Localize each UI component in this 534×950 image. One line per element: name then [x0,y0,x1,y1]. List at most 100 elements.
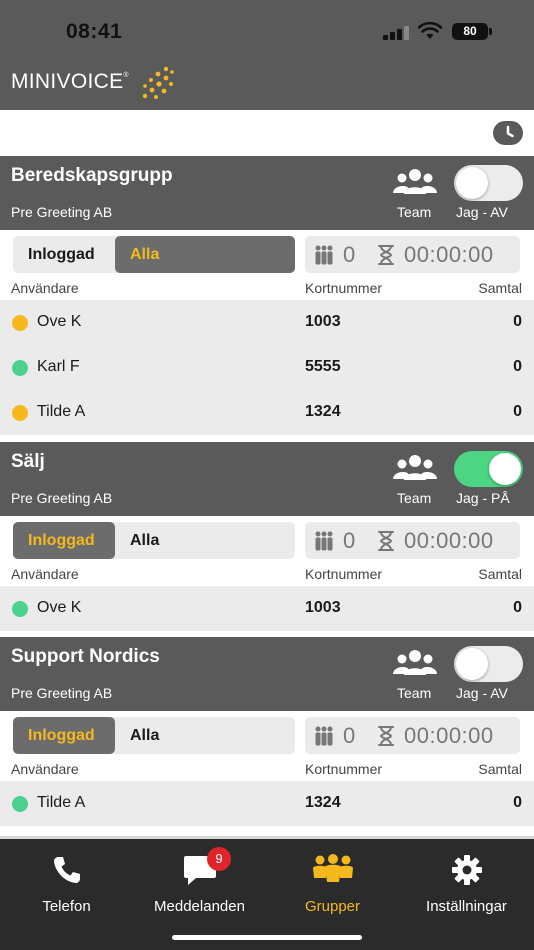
battery-icon: 80 [452,23,492,40]
team-label: Team [397,685,432,701]
tab-telefon[interactable]: Telefon [0,839,133,929]
group-card: Sälj Pre Greeting AB Team Jag - PÅ Inlog… [0,442,534,638]
user-name: Tilde A [37,403,86,420]
call-count: 0 [513,599,522,616]
column-card: Kortnummer [305,761,383,777]
toggle-knob [456,167,488,199]
filter-all-button[interactable]: Alla [115,717,295,754]
tab-label: Meddelanden [154,898,245,915]
filter-logged-in-button[interactable]: Inloggad [13,717,115,754]
user-name: Ove K [37,599,82,616]
user-row[interactable]: Tilde A 1324 0 [0,390,534,435]
queue-people-icon [315,245,333,265]
team-icon[interactable] [393,454,437,482]
status-dot [12,405,28,421]
filter-segmented-control: Inloggad Alla [13,522,295,559]
filter-row: Inloggad Alla 0 00:00:00 [0,230,534,278]
status-dot [12,796,28,812]
phone-icon [53,857,80,883]
group-company: Pre Greeting AB [11,204,113,220]
status-time: 08:41 [66,20,123,43]
team-label: Team [397,490,432,506]
toggle-label: Jag - AV [456,685,508,701]
group-icon [312,854,353,882]
group-header: Sälj Pre Greeting AB Team Jag - PÅ [0,442,534,516]
tab-grupper[interactable]: Grupper [266,839,399,929]
home-indicator[interactable] [172,935,362,940]
queue-count: 0 [343,242,356,267]
group-header: Beredskapsgrupp Pre Greeting AB Team Jag… [0,156,534,230]
status-bar: 08:41 80 [0,0,534,56]
tab-label: Inställningar [426,898,507,915]
column-user: Användare [11,280,79,296]
toggle-label: Jag - PÅ [456,490,510,506]
card-number: 1324 [305,403,341,420]
group-title: Beredskapsgrupp [11,165,173,186]
user-name: Tilde A [37,794,86,811]
call-count: 0 [513,794,522,811]
tab-installningar[interactable]: Inställningar [400,839,533,929]
filter-segmented-control: Inloggad Alla [13,717,295,754]
unread-badge: 9 [207,847,231,871]
logo-dots-icon [142,66,174,99]
wait-timer: 00:00:00 [404,723,494,748]
availability-toggle[interactable] [454,451,523,487]
group-company: Pre Greeting AB [11,685,113,701]
availability-toggle[interactable] [454,646,523,682]
group-stats: 0 00:00:00 [305,236,520,273]
team-label: Team [397,204,432,220]
wait-timer: 00:00:00 [404,242,494,267]
app-header: MINIVOICE® [0,56,534,110]
group-title: Sälj [11,451,45,472]
filter-logged-in-button[interactable]: Inloggad [13,236,115,273]
toggle-knob [456,648,488,680]
tab-label: Telefon [42,898,91,915]
call-count: 0 [513,313,522,330]
user-row[interactable]: Ove K 1003 0 [0,300,534,345]
card-number: 5555 [305,358,341,375]
filter-segmented-control: Inloggad Alla [13,236,295,273]
tab-bar: Telefon 9 Meddelanden Grupper Inställnin… [0,836,534,950]
gear-icon [451,855,482,885]
group-title: Support Nordics [11,646,160,667]
filter-row: Inloggad Alla 0 00:00:00 [0,516,534,564]
filter-logged-in-button[interactable]: Inloggad [13,522,115,559]
user-name: Ove K [37,313,82,330]
hourglass-icon [378,245,394,265]
column-user: Användare [11,566,79,582]
history-bar [0,110,534,156]
clock-icon[interactable] [493,121,523,145]
availability-toggle[interactable] [454,165,523,201]
call-count: 0 [513,403,522,420]
team-icon[interactable] [393,649,437,677]
toggle-label: Jag - AV [456,204,508,220]
wifi-icon [418,22,442,39]
user-row[interactable]: Ove K 1003 0 [0,586,534,631]
column-card: Kortnummer [305,566,383,582]
card-number: 1003 [305,313,341,330]
team-icon[interactable] [393,168,437,196]
user-row[interactable]: Tilde A 1324 0 [0,781,534,826]
column-headers: Användare Kortnummer Samtal [0,564,534,586]
toggle-knob [489,453,521,485]
tab-meddelanden[interactable]: 9 Meddelanden [133,839,266,929]
filter-all-button[interactable]: Alla [115,236,295,273]
hourglass-icon [378,531,394,551]
signal-icon [383,25,409,40]
column-headers: Användare Kortnummer Samtal [0,278,534,300]
user-row[interactable]: Karl F 5555 0 [0,345,534,390]
wait-timer: 00:00:00 [404,528,494,553]
logo-text: MINIVOICE [11,70,124,93]
queue-count: 0 [343,528,356,553]
status-dot [12,360,28,376]
user-name: Karl F [37,358,80,375]
column-user: Användare [11,761,79,777]
queue-count: 0 [343,723,356,748]
filter-all-button[interactable]: Alla [115,522,295,559]
column-card: Kortnummer [305,280,383,296]
status-dot [12,315,28,331]
filter-row: Inloggad Alla 0 00:00:00 [0,711,534,759]
status-dot [12,601,28,617]
group-stats: 0 00:00:00 [305,522,520,559]
queue-people-icon [315,726,333,746]
